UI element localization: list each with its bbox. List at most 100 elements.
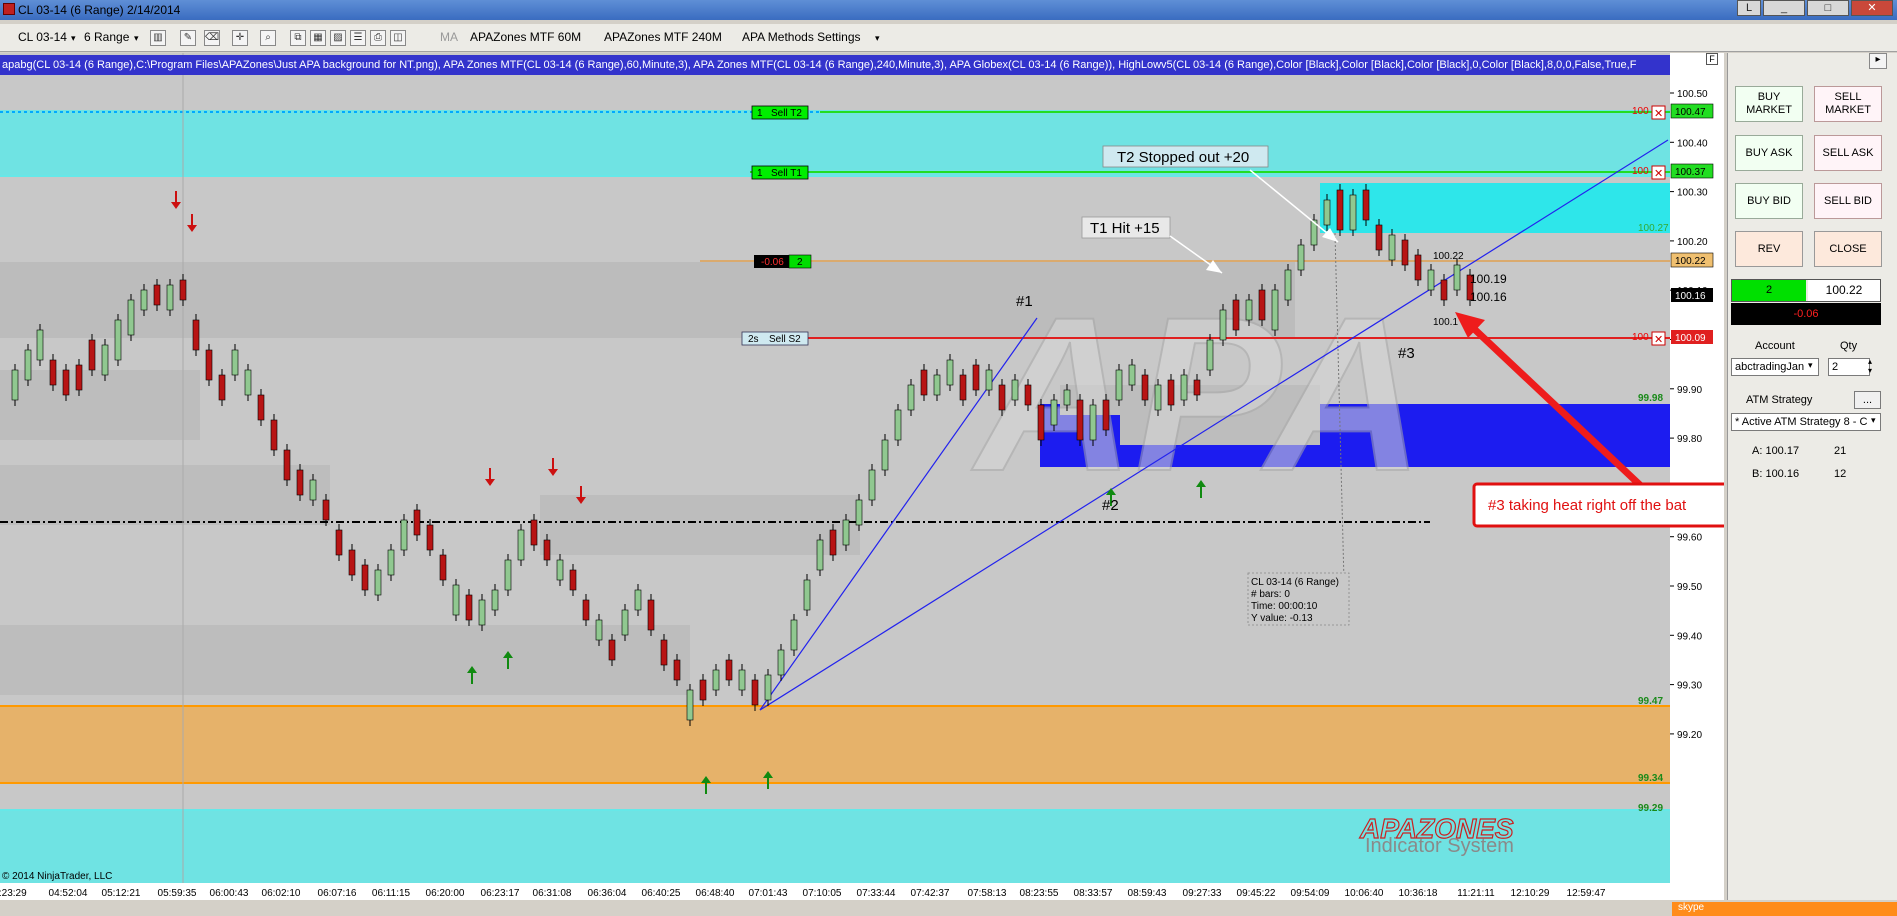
- candle-up: [387, 549, 395, 576]
- price-axis[interactable]: [1670, 53, 1724, 900]
- candle-down: [270, 419, 278, 451]
- candle-down: [49, 359, 57, 386]
- candle-up: [491, 589, 499, 611]
- qty-input[interactable]: 2: [1828, 358, 1870, 376]
- candle-down: [1362, 189, 1370, 221]
- candle-up: [244, 369, 252, 396]
- close-window-button[interactable]: ✕: [1851, 0, 1893, 16]
- account-select[interactable]: abctradingJan: [1731, 358, 1819, 376]
- panel-toggle-icon[interactable]: F: [1706, 53, 1718, 65]
- candle-up: [1180, 374, 1188, 401]
- candle-down: [673, 659, 681, 681]
- support-zone-orange: [0, 705, 1670, 783]
- buy-ask-button[interactable]: BUY ASK: [1735, 135, 1803, 171]
- candle-down: [296, 469, 304, 496]
- price-tag-stop: 100.09: [1671, 330, 1713, 344]
- candle-up: [634, 589, 642, 611]
- sell-ask-button[interactable]: SELL ASK: [1814, 135, 1882, 171]
- time-tick-label: 06:36:04: [588, 888, 627, 899]
- sell-market-button[interactable]: SELL MARKET: [1814, 86, 1882, 122]
- link-button[interactable]: L: [1737, 0, 1761, 16]
- skype-notification[interactable]: skype: [1672, 902, 1897, 916]
- candle-down: [660, 639, 668, 666]
- instrument-dropdown-icon[interactable]: ▾: [71, 33, 76, 44]
- candle-down: [205, 349, 213, 381]
- sell-bid-button[interactable]: SELL BID: [1814, 183, 1882, 219]
- t1-cancel-icon[interactable]: ✕: [1651, 165, 1666, 180]
- account-dropdown-icon[interactable]: ▾: [1808, 360, 1813, 371]
- candle-down: [413, 509, 421, 536]
- period-dropdown-icon[interactable]: ▾: [134, 33, 139, 44]
- stop-cancel-icon[interactable]: ✕: [1651, 331, 1666, 346]
- gray-zone-2: [0, 370, 200, 440]
- candle-up: [816, 539, 824, 571]
- indicators-icon[interactable]: ⧉: [290, 30, 306, 46]
- chart-area[interactable]: APA 1 Sell T2 1 Sell T1 -0.06 2 2s Sell …: [0, 53, 1724, 916]
- candle-up: [1206, 339, 1214, 371]
- price-tick-label: 100.50: [1677, 89, 1708, 100]
- candle-up: [595, 619, 603, 641]
- zoom-icon[interactable]: ⌕: [260, 30, 276, 46]
- atm-dropdown-icon[interactable]: ▾: [1871, 415, 1876, 426]
- candle-up: [478, 599, 486, 626]
- chart-image-icon[interactable]: ▨: [330, 30, 346, 46]
- collapse-panel-icon[interactable]: ▸: [1869, 53, 1887, 69]
- price-tick-label: 99.40: [1677, 631, 1702, 642]
- svg-text:✕: ✕: [1654, 334, 1663, 346]
- heat-callout: #3 taking heat right off the bat: [1472, 482, 1724, 528]
- bar-type-icon[interactable]: ▥: [150, 30, 166, 46]
- eraser-icon[interactable]: ⌫: [204, 30, 220, 46]
- instrument-selector[interactable]: CL 03-14: [18, 30, 67, 44]
- candle-up: [127, 299, 135, 336]
- properties-icon[interactable]: ☰: [350, 30, 366, 46]
- reverse-button[interactable]: REV: [1735, 231, 1803, 267]
- time-tick-label: 10:36:18: [1399, 888, 1438, 899]
- menu-apazones-60m[interactable]: APAZones MTF 60M: [470, 30, 581, 44]
- candle-up: [1297, 244, 1305, 271]
- candle-up: [114, 319, 122, 361]
- price-tick-label: 99.90: [1677, 385, 1702, 396]
- candle-down: [257, 394, 265, 421]
- print-icon[interactable]: ⎙: [370, 30, 386, 46]
- sell-t2-order-label[interactable]: 1 Sell T2: [751, 105, 809, 120]
- time-tick-label: 12:10:29: [1511, 888, 1550, 899]
- position-label[interactable]: -0.06 2: [754, 254, 812, 269]
- candle-down: [1167, 379, 1175, 406]
- sell-t1-order-label[interactable]: 1 Sell T1: [751, 165, 809, 180]
- candle-up: [712, 669, 720, 691]
- menu-dropdown-icon[interactable]: ▾: [875, 33, 880, 44]
- candle-down: [465, 594, 473, 621]
- t2-cancel-icon[interactable]: ✕: [1651, 105, 1666, 120]
- sell-s2-name: Sell S2: [769, 334, 801, 345]
- copyright-text: © 2014 NinjaTrader, LLC: [2, 871, 112, 882]
- crosshair-icon[interactable]: ✛: [232, 30, 248, 46]
- ask-price-label: A: 100.17: [1752, 445, 1800, 457]
- time-tick-label: 10:06:40: [1345, 888, 1384, 899]
- close-position-button[interactable]: CLOSE: [1814, 231, 1882, 267]
- minimize-button[interactable]: _: [1763, 0, 1805, 16]
- ma-button[interactable]: MA: [440, 30, 458, 44]
- drawing-pencil-icon[interactable]: ✎: [180, 30, 196, 46]
- candle-down: [725, 659, 733, 681]
- atm-options-button[interactable]: ...: [1854, 391, 1881, 409]
- menu-apazones-240m[interactable]: APAZones MTF 240M: [604, 30, 722, 44]
- buy-market-button[interactable]: BUY MARKET: [1735, 86, 1803, 122]
- period-selector[interactable]: 6 Range: [84, 30, 129, 44]
- candle-down: [322, 499, 330, 521]
- candle-down: [361, 564, 369, 591]
- sell-s2-order-label[interactable]: 2s Sell S2: [741, 331, 809, 346]
- buy-bid-button[interactable]: BUY BID: [1735, 183, 1803, 219]
- status-bar: [0, 900, 1672, 916]
- menu-apa-methods-settings[interactable]: APA Methods Settings: [742, 30, 861, 44]
- time-tick-label: 09:45:22: [1237, 888, 1276, 899]
- candle-up: [140, 289, 148, 311]
- maximize-button[interactable]: □: [1807, 0, 1849, 16]
- chart-toolbar: CL 03-14 ▾ 6 Range ▾ ▥ ✎ ⌫ ✛ ⌕ ⧉ ▦ ▨ ☰ ⎙…: [0, 24, 1897, 52]
- atm-strategy-select[interactable]: * Active ATM Strategy 8 - C: [1731, 413, 1881, 431]
- qty-stepper-icon[interactable]: ▴ ▾: [1868, 357, 1872, 375]
- data-box-icon[interactable]: ◫: [390, 30, 406, 46]
- candle-up: [400, 519, 408, 551]
- candle-up: [1284, 269, 1292, 301]
- time-tick-label: 11:21:11: [1457, 888, 1495, 899]
- strategies-icon[interactable]: ▦: [310, 30, 326, 46]
